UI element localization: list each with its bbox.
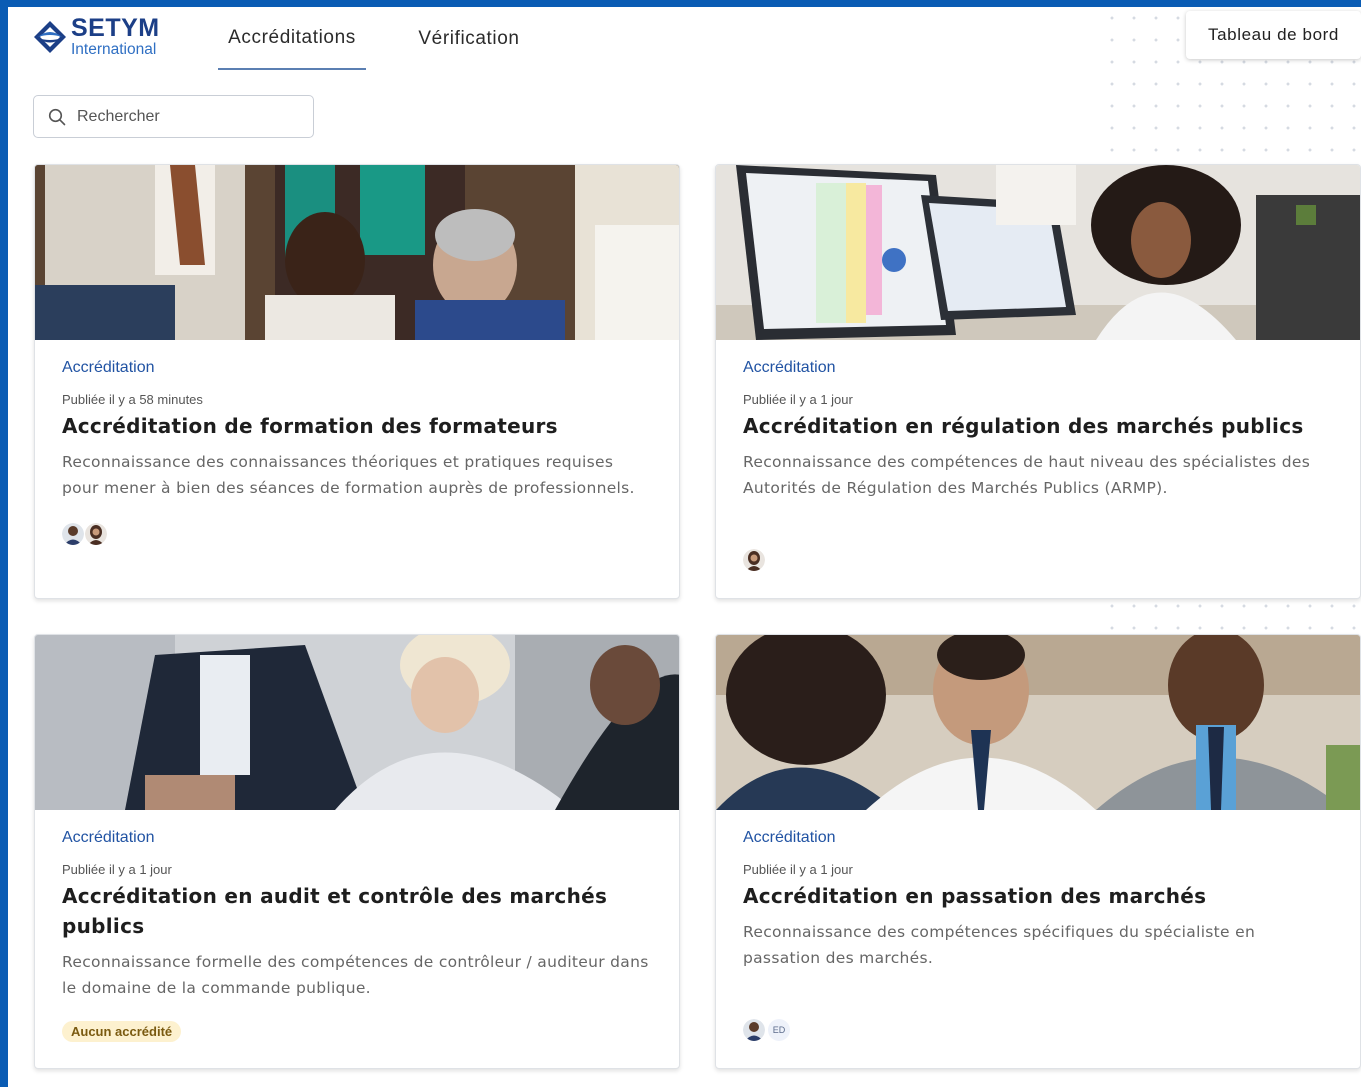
avatar-group [743,547,1336,573]
accreditation-card[interactable]: Accréditation Publiée il y a 1 jour Accr… [715,634,1361,1069]
initials-avatar[interactable]: ED [768,1019,790,1041]
logo-name: SETYM [71,14,160,43]
app-frame: SETYM International Accréditations Vérif… [8,7,1361,1087]
card-category: Accréditation [743,829,836,846]
search-box[interactable] [33,95,314,138]
smiling-team-photo [716,635,1360,810]
card-title[interactable]: Accréditation en régulation des marchés … [743,411,1336,441]
man-avatar[interactable] [62,523,84,545]
decorative-dot-pattern [1101,595,1361,635]
card-title[interactable]: Accréditation en passation des marchés [743,881,1336,911]
avatar-group [62,521,655,547]
card-description: Reconnaissance des compétences spécifiqu… [743,923,1256,967]
accreditation-card[interactable]: Accréditation Publiée il y a 58 minutes … [34,164,680,599]
office-monitors-photo [716,165,1360,340]
avatar-group: ED [743,1017,1336,1043]
man-avatar[interactable] [743,1019,765,1041]
card-published-time: Publiée il y a 1 jour [743,392,853,407]
accreditation-card[interactable]: Accréditation Publiée il y a 1 jour Accr… [715,164,1361,599]
dashboard-button[interactable]: Tableau de bord [1186,11,1361,59]
search-icon [48,108,66,125]
tab-accreditations[interactable]: Accréditations [218,7,366,70]
card-category: Accréditation [743,359,836,376]
card-category: Accréditation [62,829,155,846]
card-category: Accréditation [62,359,155,376]
meeting-group-photo [35,165,679,340]
woman-avatar[interactable] [85,523,107,545]
search-input[interactable] [77,107,287,126]
logo-mark-icon [34,21,66,53]
tab-verification[interactable]: Vérification [403,7,535,70]
logo-subtitle: International [71,41,157,59]
card-description: Reconnaissance des compétences de haut n… [743,453,1311,497]
card-title[interactable]: Accréditation en audit et contrôle des m… [62,881,655,941]
woman-avatar[interactable] [743,549,765,571]
card-description: Reconnaissance formelle des compétences … [62,953,649,997]
business-discussion-photo [35,635,679,810]
logo[interactable]: SETYM International [32,13,160,61]
card-description: Reconnaissance des connaissances théoriq… [62,453,635,497]
card-published-time: Publiée il y a 1 jour [743,862,853,877]
accreditation-card[interactable]: Accréditation Publiée il y a 1 jour Accr… [34,634,680,1069]
card-title[interactable]: Accréditation de formation des formateur… [62,411,655,441]
card-published-time: Publiée il y a 58 minutes [62,392,203,407]
status-badge: Aucun accrédité [62,1021,182,1042]
card-published-time: Publiée il y a 1 jour [62,862,172,877]
